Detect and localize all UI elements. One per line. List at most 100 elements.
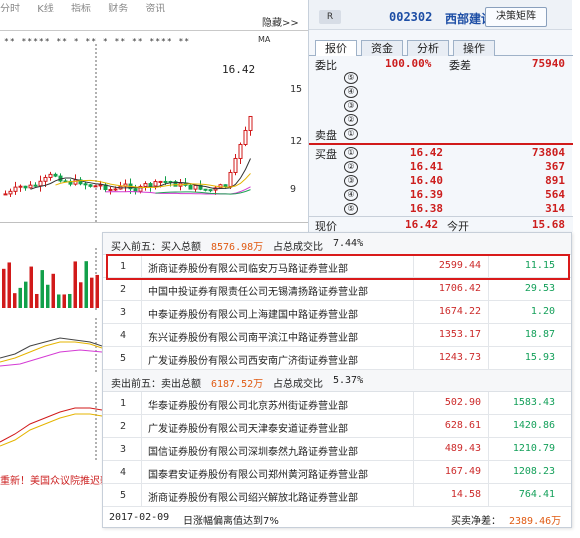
broker-row[interactable]: 5 广发证券股份有限公司西安南广济街证券营业部 1243.73 15.93 <box>103 347 571 370</box>
chart-menu-item[interactable]: K线 <box>37 4 54 12</box>
column-divider <box>413 484 414 507</box>
level-price: 16.42 <box>409 146 443 159</box>
candle-body <box>208 189 213 192</box>
buy-level-row[interactable]: ② 16.41 367 <box>309 160 573 174</box>
tab-operation[interactable]: 操作 <box>453 40 495 56</box>
last-price-value: 16.42 <box>405 218 439 231</box>
volume-bar <box>13 293 17 308</box>
level-number: ④ <box>344 189 358 201</box>
macd-dea-line <box>0 341 102 363</box>
sell-level-row[interactable]: 卖盘 ① <box>309 127 573 142</box>
candle-body <box>3 193 8 196</box>
buy-level-row[interactable]: ④ 16.39 564 <box>309 188 573 202</box>
candle-body <box>148 183 153 187</box>
macd-chart[interactable] <box>0 318 102 374</box>
level-number: ③ <box>344 100 358 112</box>
volume-bar <box>40 270 44 308</box>
candle-body <box>158 180 163 183</box>
news-ticker[interactable]: 重新！美国众议院推迟新 <box>0 472 104 486</box>
column-divider <box>413 461 414 484</box>
buy-level-row[interactable]: ⑤ 16.38 314 <box>309 202 573 216</box>
broker-row[interactable]: 1 华泰证券股份有限公司北京苏州街证券营业部 502.90 1583.43 <box>103 392 571 415</box>
hide-panel-button[interactable]: 隐藏>> <box>262 14 299 29</box>
column-divider <box>413 347 414 370</box>
broker-row[interactable]: 2 广发证券股份有限公司天津泰安道证券营业部 628.61 1420.86 <box>103 415 571 438</box>
row-index: 5 <box>119 353 127 364</box>
column-divider <box>141 461 142 484</box>
broker-name: 东兴证券股份有限公司南平滨江中路证券营业部 <box>148 333 358 344</box>
candle-body <box>83 183 88 186</box>
candle-body <box>133 188 138 192</box>
volume-bar <box>62 294 66 308</box>
volume-bar <box>46 284 50 308</box>
column-divider <box>413 324 414 347</box>
trade-date: 2017-02-09 <box>109 512 170 523</box>
candle-body <box>93 185 98 188</box>
level-number: ② <box>344 114 358 126</box>
sell-total: 6187.52万 <box>211 379 264 390</box>
column-divider <box>413 301 414 324</box>
sell-level-row[interactable]: ③ <box>309 99 573 113</box>
tab-funds[interactable]: 资金 <box>361 40 403 56</box>
indicator-chart[interactable] <box>0 382 102 462</box>
column-divider <box>488 392 489 415</box>
level-number: ① <box>344 128 358 140</box>
row-index: 3 <box>119 444 127 455</box>
buy-level-row[interactable]: 买盘 ① 16.42 73804 <box>309 146 573 161</box>
volume-bar <box>18 287 22 308</box>
chart-menu-item[interactable]: 财务 <box>108 4 128 12</box>
column-divider <box>141 347 142 370</box>
sell-level-row[interactable]: ④ <box>309 85 573 99</box>
candle-body <box>48 173 53 178</box>
column-divider <box>413 392 414 415</box>
column-divider <box>413 278 414 301</box>
chart-menu-strip[interactable]: 分时 K线 指标 财务 资讯 <box>0 0 290 12</box>
bid-ask-divider <box>309 143 573 145</box>
decision-matrix-button[interactable]: 决策矩阵 <box>485 7 547 27</box>
sell-section-title: 卖出前五：卖出总额 <box>111 379 201 390</box>
sell-amount: 1420.86 <box>512 420 555 431</box>
chart-top-divider <box>0 30 308 31</box>
level-number: ② <box>344 161 358 173</box>
candle-body <box>243 129 248 145</box>
column-divider <box>488 278 489 301</box>
sell-amount: 1583.43 <box>512 397 555 408</box>
chart-menu-item[interactable]: 指标 <box>71 4 91 12</box>
row-index: 3 <box>119 307 127 318</box>
level-price: 16.39 <box>409 188 443 201</box>
candle-body <box>88 184 93 187</box>
broker-row[interactable]: 5 浙商证券股份有限公司绍兴解放北路证券营业部 14.58 764.41 <box>103 484 571 507</box>
row-index: 4 <box>119 467 127 478</box>
sell-level-row[interactable]: ⑤ <box>309 71 573 85</box>
chart-menu-item[interactable]: 分时 <box>0 4 20 12</box>
chart-menu-item[interactable]: 资讯 <box>145 4 165 12</box>
buy-ratio-label: 占总成交比 <box>273 242 323 253</box>
column-divider <box>488 484 489 507</box>
row-index: 5 <box>119 490 127 501</box>
sell-ratio-label: 占总成交比 <box>273 379 323 390</box>
level-number: ③ <box>344 175 358 187</box>
broker-row[interactable]: 3 中泰证券股份有限公司上海建国中路证券营业部 1674.22 1.20 <box>103 301 571 324</box>
broker-row[interactable]: 4 国泰君安证券股份有限公司郑州黄河路证券营业部 167.49 1208.23 <box>103 461 571 484</box>
quote-panel: R 002302 西部建设 决策矩阵 报价 资金 分析 操作 委比 100.00… <box>308 0 573 233</box>
candle-body <box>223 184 228 187</box>
column-divider <box>488 438 489 461</box>
broker-row[interactable]: 2 中国中投证券有限责任公司无锡清扬路证券营业部 1706.42 29.53 <box>103 278 571 301</box>
broker-name: 国信证券股份有限公司深圳泰然九路证券营业部 <box>148 447 358 458</box>
column-divider <box>141 415 142 438</box>
tab-analysis[interactable]: 分析 <box>407 40 449 56</box>
broker-row[interactable]: 4 东兴证券股份有限公司南平滨江中路证券营业部 1353.17 18.87 <box>103 324 571 347</box>
broker-row[interactable]: 3 国信证券股份有限公司深圳泰然九路证券营业部 489.43 1210.79 <box>103 438 571 461</box>
candle-body <box>18 185 23 188</box>
y-axis-label: 12 <box>290 136 303 147</box>
volume-bar <box>79 282 83 308</box>
y-axis-label: 15 <box>290 84 303 95</box>
kline-chart[interactable] <box>0 44 290 236</box>
volume-chart[interactable] <box>0 248 102 312</box>
weicha-value: 75940 <box>531 57 565 70</box>
sell-amount: 29.53 <box>524 283 555 294</box>
buy-level-row[interactable]: ③ 16.40 891 <box>309 174 573 188</box>
column-divider <box>488 461 489 484</box>
sell-level-row[interactable]: ② <box>309 113 573 127</box>
tab-quote[interactable]: 报价 <box>315 40 357 56</box>
